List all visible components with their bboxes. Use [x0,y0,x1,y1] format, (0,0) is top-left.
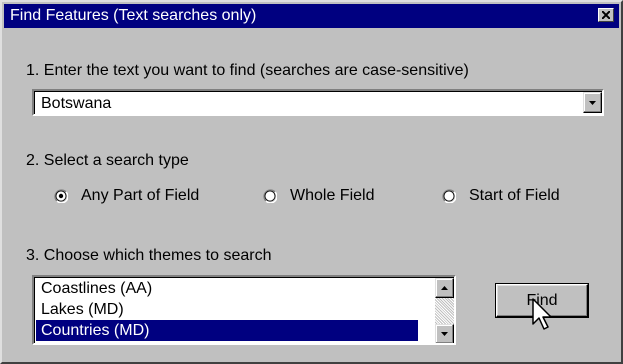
radio-any-part-label: Any Part of Field [81,187,200,204]
list-item-countries[interactable]: Countries (MD) [36,320,418,341]
scroll-down-button[interactable] [435,324,454,343]
scroll-up-button[interactable] [435,278,454,298]
radio-selected-icon [54,189,68,203]
close-button[interactable] [598,8,614,22]
search-text-combo[interactable]: Botswana [32,89,604,116]
chevron-down-icon [589,101,596,105]
step2-label: 2. Select a search type [26,152,189,169]
list-item-lakes[interactable]: Lakes (MD) [36,299,418,320]
themes-listbox[interactable]: Coastlines (AA) Lakes (MD) Countries (MD… [32,275,456,345]
find-features-dialog: Find Features (Text searches only) 1. En… [0,0,623,364]
themes-scrollbar[interactable] [435,278,454,343]
radio-unselected-icon [442,189,456,203]
radio-whole-field-label: Whole Field [290,187,375,204]
step3-label: 3. Choose which themes to search [26,247,272,264]
radio-unselected-icon [263,189,277,203]
step1-label: 1. Enter the text you want to find (sear… [26,62,469,79]
title-bar[interactable]: Find Features (Text searches only) [4,4,619,28]
search-text-value[interactable]: Botswana [41,95,111,113]
radio-start-of-field-label: Start of Field [469,187,560,204]
window-title: Find Features (Text searches only) [10,7,257,24]
arrow-up-icon [441,286,448,290]
arrow-down-icon [441,332,448,336]
mouse-pointer-icon [532,298,552,330]
dropdown-button[interactable] [583,92,602,113]
list-item-coastlines[interactable]: Coastlines (AA) [36,278,418,299]
close-icon [602,11,610,19]
